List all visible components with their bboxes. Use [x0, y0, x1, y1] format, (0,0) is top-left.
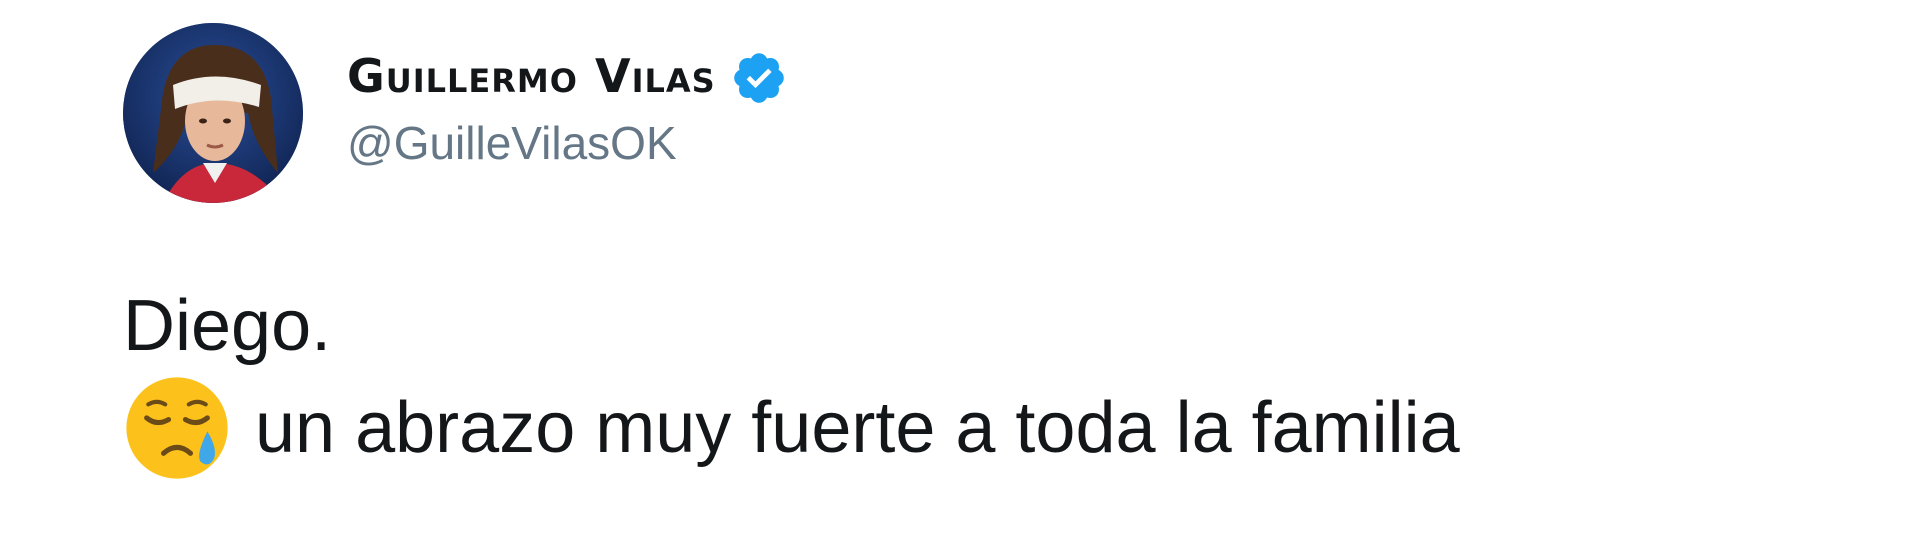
tweet-line-2-text: un abrazo muy fuerte a toda la familia — [255, 388, 1460, 468]
display-name[interactable]: Guillermo Vilas — [347, 53, 716, 99]
tweet-text: Diego. un abrazo muy fuerte a toda la fa… — [123, 278, 1460, 482]
tweet-line-1: Diego. — [123, 286, 332, 366]
verified-badge-icon — [730, 49, 788, 107]
sad-relieved-face-icon — [123, 374, 231, 482]
author-name-row: Guillermo Vilas — [347, 48, 788, 104]
avatar[interactable] — [123, 23, 303, 203]
author-handle[interactable]: @GuilleVilasOK — [347, 120, 677, 166]
tweet-line-2: un abrazo muy fuerte a toda la familia — [123, 374, 1460, 482]
tweet-card: Guillermo Vilas @GuilleVilasOK Diego. un… — [0, 0, 1920, 536]
avatar-image — [123, 23, 303, 203]
